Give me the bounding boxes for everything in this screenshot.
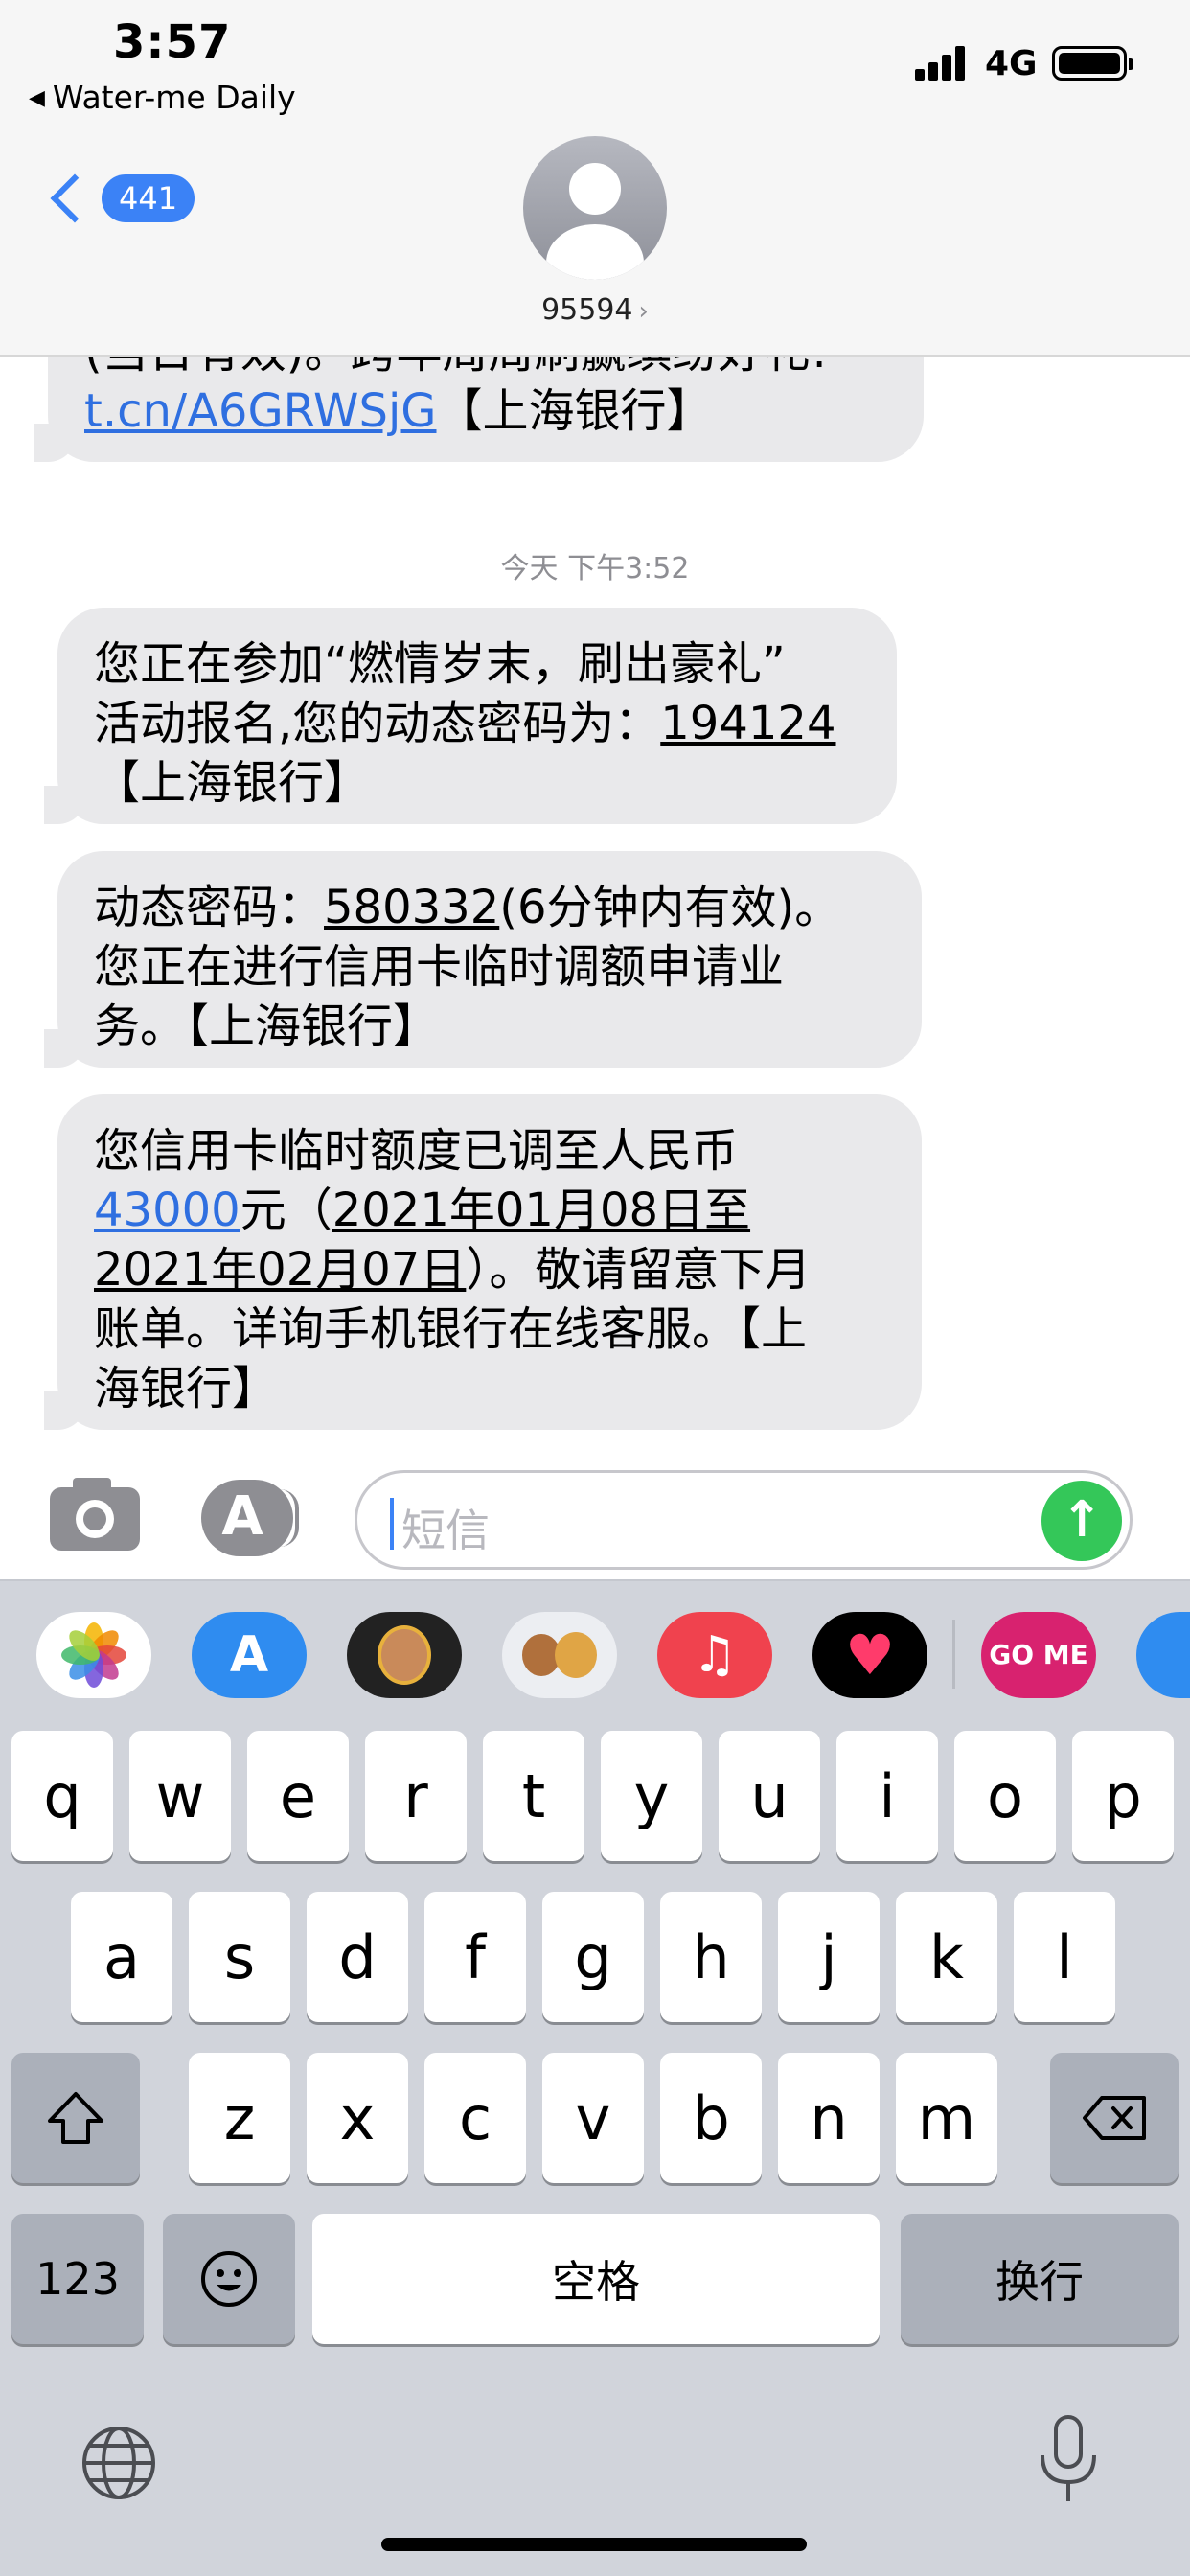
app-store-icon[interactable]: A (192, 1612, 307, 1698)
key-a[interactable]: a (71, 1892, 172, 2022)
camera-icon[interactable] (50, 1478, 140, 1551)
back-app-label: Water-me Daily (52, 79, 296, 116)
conversation-header: 441 95594 › (0, 134, 1190, 356)
shift-key[interactable] (11, 2053, 140, 2183)
key-n[interactable]: n (778, 2053, 880, 2183)
key-v[interactable]: v (542, 2053, 644, 2183)
message-link[interactable]: t.cn/A6GRWSjG (84, 384, 437, 438)
key-i[interactable]: i (836, 1731, 938, 1861)
key-c[interactable]: c (424, 2053, 526, 2183)
message-text: 您正在进行信用卡临时调额申请业 (94, 940, 785, 994)
message-bubble[interactable]: 您信用卡临时额度已调至人民币 43000元（2021年01月08日至 2021年… (25, 1094, 922, 1430)
status-time: 3:57 (113, 15, 232, 69)
battery-icon (1052, 46, 1133, 80)
date-link[interactable]: 2021年01月08日至 (332, 1184, 750, 1237)
photos-icon[interactable] (36, 1612, 151, 1698)
key-m[interactable]: m (896, 2053, 997, 2183)
message-text: 【上海银行】 (94, 756, 371, 810)
message-text: 活动报名,您的动态密码为： (94, 697, 661, 750)
digital-touch-icon[interactable]: ♥ (812, 1612, 927, 1698)
animoji-icon[interactable] (502, 1612, 617, 1698)
message-placeholder: 短信 (401, 1505, 490, 1556)
key-o[interactable]: o (954, 1731, 1056, 1861)
key-x[interactable]: x (307, 2053, 408, 2183)
message-text: 海银行】 (94, 1362, 279, 1415)
message-list[interactable]: (当日有效)。跨年周周刷赢缤纷好礼! t.cn/A6GRWSjG【上海银行】 今… (0, 356, 1190, 1434)
cellular-signal-icon (915, 46, 968, 80)
memoji-icon[interactable] (347, 1612, 462, 1698)
emoji-icon (201, 2251, 257, 2307)
tray-divider (952, 1620, 955, 1689)
back-triangle-icon: ◀ (29, 86, 45, 110)
key-z[interactable]: z (189, 2053, 290, 2183)
message-text: 元（ (240, 1184, 332, 1237)
text-caret (390, 1498, 394, 1550)
message-text: ）。敬请留意下月 (466, 1243, 812, 1297)
delete-key[interactable] (1050, 2053, 1179, 2183)
delete-backspace-icon (1083, 2096, 1146, 2140)
contact-avatar[interactable] (523, 136, 667, 280)
imessage-app-tray[interactable]: A ♫ ♥ GO ME (0, 1579, 1190, 1723)
verification-code[interactable]: 194124 (660, 697, 835, 750)
message-bubble[interactable]: 动态密码：580332(6分钟内有效)。 您正在进行信用卡临时调额申请业 务。【… (25, 851, 922, 1068)
key-r[interactable]: r (365, 1731, 467, 1861)
status-bar: 3:57 ◀ Water-me Daily 4G (0, 0, 1190, 134)
return-key[interactable]: 换行 (901, 2214, 1179, 2344)
message-text: 您信用卡临时额度已调至人民币 (94, 1124, 739, 1178)
key-h[interactable]: h (660, 1892, 762, 2022)
message-timestamp: 今天 下午3:52 (500, 552, 690, 586)
message-input[interactable]: 短信 ↑ (355, 1470, 1133, 1570)
key-s[interactable]: s (189, 1892, 290, 2022)
key-p[interactable]: p (1072, 1731, 1174, 1861)
message-text: 账单。详询手机银行在线客服。【上 (94, 1302, 808, 1356)
key-e[interactable]: e (247, 1731, 349, 1861)
globe-icon[interactable] (79, 2423, 159, 2503)
app-store-icon[interactable]: A (201, 1480, 299, 1556)
gome-icon[interactable]: GO ME (981, 1612, 1096, 1698)
key-d[interactable]: d (307, 1892, 408, 2022)
chevron-right-icon: › (638, 297, 649, 326)
chevron-left-icon (50, 173, 100, 223)
contact-number: 95594 (541, 293, 633, 327)
date-link[interactable]: 2021年02月07日 (94, 1243, 466, 1297)
key-g[interactable]: g (542, 1892, 644, 2022)
message-text: 您正在参加“燃情岁末，刷出豪礼” (94, 637, 786, 691)
emoji-key[interactable] (163, 2214, 295, 2344)
key-t[interactable]: t (483, 1731, 584, 1861)
key-y[interactable]: y (601, 1731, 702, 1861)
key-b[interactable]: b (660, 2053, 762, 2183)
keyboard: A ♫ ♥ GO ME q w e r t y u i o p a s d f … (0, 1579, 1190, 2576)
key-w[interactable]: w (129, 1731, 231, 1861)
gome-label: GO ME (989, 1639, 1088, 1670)
back-to-app-link[interactable]: ◀ Water-me Daily (29, 79, 296, 116)
microphone-icon[interactable] (1035, 2413, 1102, 2509)
unread-count-badge: 441 (102, 174, 195, 222)
key-q[interactable]: q (11, 1731, 113, 1861)
key-f[interactable]: f (424, 1892, 526, 2022)
send-arrow-icon[interactable]: ↑ (1041, 1481, 1122, 1561)
back-button[interactable]: 441 (46, 173, 195, 223)
message-text: 【上海银行】 (436, 384, 713, 438)
message-text: 动态密码： (94, 881, 325, 934)
key-k[interactable]: k (896, 1892, 997, 2022)
key-u[interactable]: u (719, 1731, 820, 1861)
verification-code[interactable]: 580332 (324, 881, 499, 934)
numbers-key[interactable]: 123 (11, 2214, 144, 2344)
message-text: (6分钟内有效)。 (499, 881, 841, 934)
key-l[interactable]: l (1014, 1892, 1115, 2022)
music-icon[interactable]: ♫ (657, 1612, 772, 1698)
message-text: (当日有效)。跨年周周刷赢缤纷好礼! (84, 356, 887, 381)
app-store-icon-2[interactable] (1136, 1612, 1190, 1698)
home-indicator[interactable] (381, 2538, 807, 2551)
key-j[interactable]: j (778, 1892, 880, 2022)
amount-link[interactable]: 43000 (94, 1184, 240, 1237)
message-bubble[interactable]: (当日有效)。跨年周周刷赢缤纷好礼! t.cn/A6GRWSjG【上海银行】 (15, 356, 924, 462)
message-text: 务。【上海银行】 (94, 1000, 440, 1053)
shift-arrow-icon (48, 2092, 103, 2144)
contact-name[interactable]: 95594 › (0, 293, 1190, 327)
space-key[interactable]: 空格 (312, 2214, 880, 2344)
compose-bar: A 短信 ↑ (0, 1434, 1190, 1579)
network-type: 4G (985, 44, 1038, 83)
message-bubble[interactable]: 您正在参加“燃情岁末，刷出豪礼” 活动报名,您的动态密码为：194124 【上海… (25, 608, 897, 824)
